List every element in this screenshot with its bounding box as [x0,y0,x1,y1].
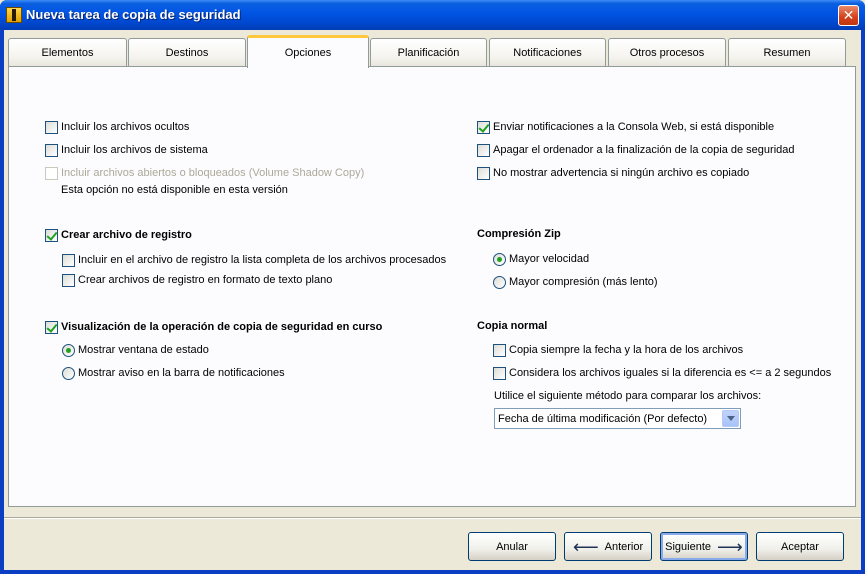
dialog-client: Elementos Destinos Opciones Planificació… [4,30,861,570]
include-system-checkbox[interactable] [45,143,58,157]
tab-opciones[interactable]: Opciones [247,35,369,68]
next-button-label: Siguiente [665,540,712,553]
back-button-label: Anterior [604,540,644,553]
show-progress-label: Visualización de la operación de copia d… [61,321,383,333]
show-tray-notice-option[interactable]: Mostrar aviso en la barra de notificacio… [62,365,285,381]
equal-if-diff-option[interactable]: Considera los archivos iguales si la dif… [493,365,831,381]
title-bar: Nueva tarea de copia de seguridad ✕ [0,0,865,30]
footer-separator [4,517,861,519]
include-hidden-label: Incluir los archivos ocultos [61,121,190,133]
show-tray-notice-radio[interactable] [62,366,75,380]
copy-datetime-label: Copia siempre la fecha y la hora de los … [509,344,744,356]
create-log-checkbox[interactable] [45,228,58,242]
tab-otros-procesos[interactable]: Otros procesos [608,38,726,66]
tab-resumen[interactable]: Resumen [728,38,846,66]
compare-method-value: Fecha de última modificación (Por defect… [498,412,708,425]
tab-elementos[interactable]: Elementos [8,38,127,66]
notify-web-console-checkbox[interactable] [477,120,490,134]
chevron-down-icon[interactable] [722,410,739,427]
next-button[interactable]: Siguiente ⟶ [660,532,748,561]
log-plain-text-checkbox[interactable] [62,273,75,287]
include-open-option: Incluir archivos abiertos o bloqueados (… [45,165,364,181]
unavailable-note: Esta opción no está disponible en esta v… [61,184,288,196]
no-warning-checkbox[interactable] [477,166,490,180]
cancel-button[interactable]: Anular [468,532,556,561]
accept-button-label: Aceptar [781,540,819,553]
compare-method-label: Utilice el siguiente método para compara… [494,390,762,402]
no-warning-label: No mostrar advertencia si ningún archivo… [493,167,750,179]
tab-destinos[interactable]: Destinos [128,38,246,66]
log-full-list-option[interactable]: Incluir en el archivo de registro la lis… [62,252,446,268]
create-log-label: Crear archivo de registro [61,229,192,241]
include-hidden-checkbox[interactable] [45,120,58,134]
close-button[interactable]: ✕ [838,5,859,26]
zip-speed-radio[interactable] [493,252,506,266]
log-plain-text-label: Crear archivos de registro en formato de… [78,274,333,286]
equal-if-diff-label: Considera los archivos iguales si la dif… [509,367,832,379]
zip-compression-option[interactable]: Mayor compresión (más lento) [493,274,658,290]
zip-compression-label: Mayor compresión (más lento) [509,276,658,288]
normal-copy-heading: Copia normal [477,320,548,332]
dialog-window: Nueva tarea de copia de seguridad ✕ Elem… [0,0,865,574]
accept-button[interactable]: Aceptar [756,532,844,561]
include-open-label: Incluir archivos abiertos o bloqueados (… [61,167,365,179]
shutdown-after-checkbox[interactable] [477,143,490,157]
notify-web-console-option[interactable]: Enviar notificaciones a la Consola Web, … [477,119,774,135]
cancel-button-label: Anular [496,540,528,553]
shutdown-after-label: Apagar el ordenador a la finalización de… [493,144,795,156]
tab-notificaciones[interactable]: Notificaciones [489,38,606,66]
copy-datetime-option[interactable]: Copia siempre la fecha y la hora de los … [493,342,743,358]
create-log-option[interactable]: Crear archivo de registro [45,227,192,243]
show-tray-notice-label: Mostrar aviso en la barra de notificacio… [78,367,285,379]
show-status-window-option[interactable]: Mostrar ventana de estado [62,342,209,358]
show-status-window-label: Mostrar ventana de estado [78,344,209,356]
log-full-list-checkbox[interactable] [62,253,75,267]
zip-heading: Compresión Zip [477,228,561,240]
zip-speed-label: Mayor velocidad [509,253,590,265]
copy-datetime-checkbox[interactable] [493,343,506,357]
show-progress-option[interactable]: Visualización de la operación de copia d… [45,319,382,335]
include-hidden-option[interactable]: Incluir los archivos ocultos [45,119,189,135]
log-full-list-label: Incluir en el archivo de registro la lis… [78,254,447,266]
arrow-left-icon: ⟵ [572,536,599,557]
include-system-label: Incluir los archivos de sistema [61,144,208,156]
tab-bar: Elementos Destinos Opciones Planificació… [8,35,858,68]
no-warning-option[interactable]: No mostrar advertencia si ningún archivo… [477,165,749,181]
app-icon [6,7,22,23]
log-plain-text-option[interactable]: Crear archivos de registro en formato de… [62,272,332,288]
show-status-window-radio[interactable] [62,343,75,357]
notify-web-console-label: Enviar notificaciones a la Consola Web, … [493,121,775,133]
window-title: Nueva tarea de copia de seguridad [26,7,241,22]
compare-method-select[interactable]: Fecha de última modificación (Por defect… [494,408,741,429]
arrow-right-icon: ⟶ [717,536,743,557]
include-open-checkbox [45,166,58,180]
show-progress-checkbox[interactable] [45,320,58,334]
back-button[interactable]: ⟵ Anterior [564,532,652,561]
equal-if-diff-checkbox[interactable] [493,366,506,380]
include-system-option[interactable]: Incluir los archivos de sistema [45,142,208,158]
zip-compression-radio[interactable] [493,275,506,289]
close-icon: ✕ [842,7,855,23]
options-panel: Incluir los archivos ocultos Incluir los… [8,66,856,507]
tab-planificacion[interactable]: Planificación [370,38,487,66]
shutdown-after-option[interactable]: Apagar el ordenador a la finalización de… [477,142,795,158]
zip-speed-option[interactable]: Mayor velocidad [493,251,589,267]
